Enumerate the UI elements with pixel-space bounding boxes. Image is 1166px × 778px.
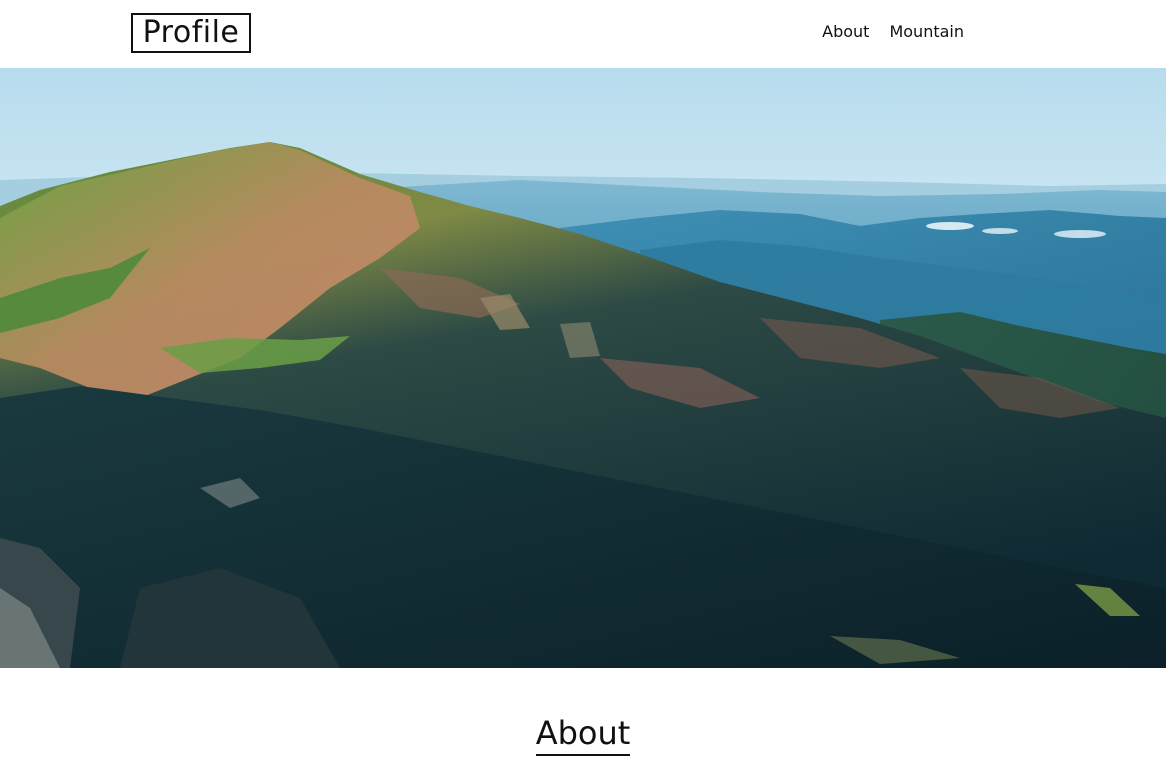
mountain-landscape-image [0, 68, 1166, 668]
about-title: About [535, 712, 631, 756]
hero-image [0, 68, 1166, 668]
about-section-heading: About [0, 712, 1166, 756]
main-nav: About Mountain [822, 22, 964, 41]
site-logo[interactable]: Profile [131, 13, 251, 53]
site-header: Profile About Mountain [0, 0, 1166, 68]
nav-link-about[interactable]: About [822, 22, 869, 41]
nav-link-mountain[interactable]: Mountain [889, 22, 964, 41]
